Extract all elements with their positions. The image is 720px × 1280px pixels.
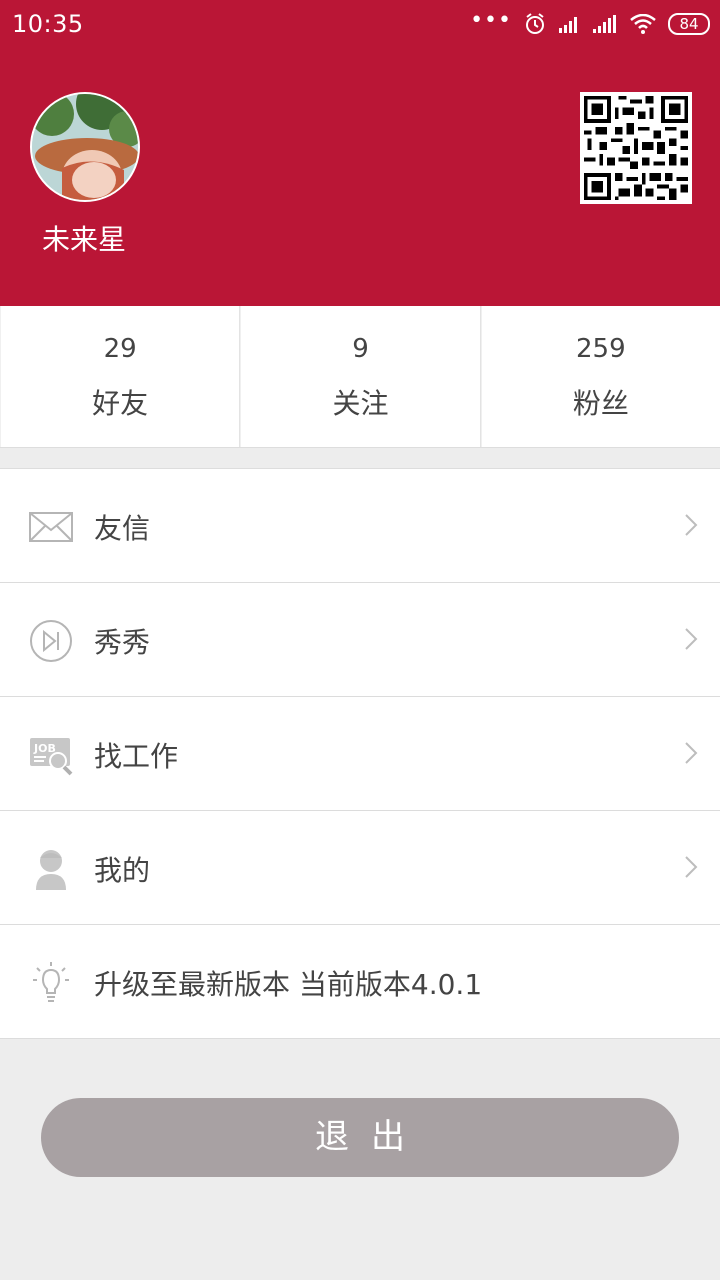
menu-label: 秀秀 bbox=[94, 626, 151, 659]
profile-header: 10:35 ••• 84 未来星 bbox=[0, 0, 720, 306]
avatar-image bbox=[32, 94, 138, 200]
logout-button[interactable]: 退出 bbox=[41, 1098, 679, 1177]
qr-code-icon[interactable] bbox=[580, 92, 692, 204]
wifi-icon bbox=[630, 14, 656, 34]
chevron-right-icon bbox=[685, 742, 698, 764]
lightbulb-icon bbox=[33, 962, 69, 1002]
menu-list: 友信 秀秀 JOB 找工作 我的 升级至最新版本 当前版本4.0.1 bbox=[0, 468, 720, 1039]
status-icons: ••• 84 bbox=[470, 8, 710, 36]
alarm-icon bbox=[526, 13, 544, 34]
job-search-icon: JOB bbox=[30, 738, 73, 776]
battery-indicator: 84 bbox=[668, 13, 710, 35]
stat-friends[interactable]: 29 好友 bbox=[0, 306, 241, 447]
stat-following[interactable]: 9 关注 bbox=[240, 306, 481, 447]
menu-label: 找工作 bbox=[94, 740, 179, 773]
play-circle-icon bbox=[30, 620, 72, 662]
status-time: 10:35 bbox=[12, 10, 84, 38]
stat-count: 259 bbox=[576, 334, 626, 364]
signal-icon bbox=[559, 17, 577, 33]
signal-icon-2 bbox=[593, 15, 616, 33]
menu-item-mine[interactable]: 我的 bbox=[0, 811, 720, 925]
menu-item-jobs[interactable]: JOB 找工作 bbox=[0, 697, 720, 811]
stat-label: 好友 bbox=[92, 387, 149, 420]
status-bar: 10:35 ••• 84 bbox=[0, 0, 720, 50]
stat-fans[interactable]: 259 粉丝 bbox=[480, 306, 720, 447]
menu-item-show[interactable]: 秀秀 bbox=[0, 583, 720, 697]
menu-label: 升级至最新版本 当前版本4.0.1 bbox=[94, 968, 483, 1001]
chevron-right-icon bbox=[685, 628, 698, 650]
avatar[interactable] bbox=[30, 92, 140, 202]
more-dots-icon: ••• bbox=[470, 8, 512, 33]
menu-label: 友信 bbox=[94, 512, 151, 545]
chevron-right-icon bbox=[685, 514, 698, 536]
stat-count: 29 bbox=[103, 334, 137, 364]
stat-label: 粉丝 bbox=[572, 387, 629, 420]
menu-label: 我的 bbox=[94, 854, 151, 887]
stat-label: 关注 bbox=[332, 387, 389, 420]
mail-icon bbox=[29, 512, 73, 542]
menu-item-messages[interactable]: 友信 bbox=[0, 469, 720, 583]
svg-text:JOB: JOB bbox=[33, 742, 56, 755]
menu-item-upgrade[interactable]: 升级至最新版本 当前版本4.0.1 bbox=[0, 925, 720, 1039]
stats-bar: 29 好友 9 关注 259 粉丝 bbox=[0, 306, 720, 448]
username: 未来星 bbox=[42, 223, 127, 256]
chevron-right-icon bbox=[685, 856, 698, 878]
stat-count: 9 bbox=[352, 334, 369, 364]
user-icon bbox=[36, 850, 66, 890]
